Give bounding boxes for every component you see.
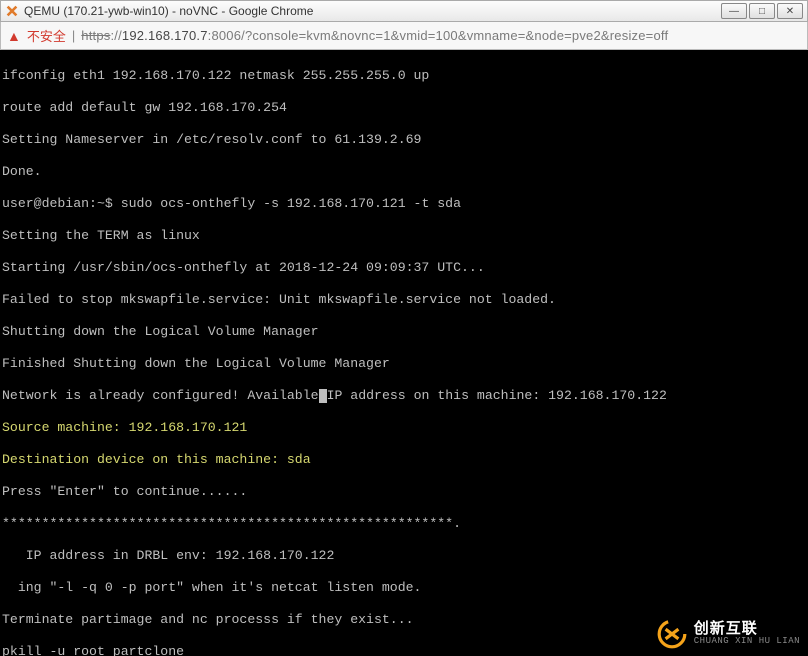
address-bar[interactable]: ▲ 不安全 | https://192.168.170.7:8006/?cons… xyxy=(0,22,808,50)
maximize-button[interactable]: □ xyxy=(749,3,775,19)
shell-command: sudo ocs-onthefly -s 192.168.170.121 -t … xyxy=(121,196,461,211)
url-text: https://192.168.170.7:8006/?console=kvm&… xyxy=(81,28,668,43)
window-titlebar: QEMU (170.21-ywb-win10) - noVNC - Google… xyxy=(0,0,808,22)
term-line: Shutting down the Logical Volume Manager xyxy=(2,324,806,340)
term-line: ifconfig eth1 192.168.170.122 netmask 25… xyxy=(2,68,806,84)
term-line: ****************************************… xyxy=(2,516,806,532)
minimize-button[interactable]: — xyxy=(721,3,747,19)
terminal[interactable]: ifconfig eth1 192.168.170.122 netmask 25… xyxy=(0,50,808,656)
term-line: ing "-l -q 0 -p port" when it's netcat l… xyxy=(2,580,806,596)
cursor xyxy=(319,389,327,403)
window-title: QEMU (170.21-ywb-win10) - noVNC - Google… xyxy=(24,4,721,18)
term-line-highlight: Destination device on this machine: sda xyxy=(2,452,806,468)
close-button[interactable]: ✕ xyxy=(777,3,803,19)
url-scheme: https xyxy=(81,28,110,43)
app-icon xyxy=(5,4,19,18)
term-line: Failed to stop mkswapfile.service: Unit … xyxy=(2,292,806,308)
term-line: IP address in DRBL env: 192.168.170.122 xyxy=(2,548,806,564)
term-line: Finished Shutting down the Logical Volum… xyxy=(2,356,806,372)
term-line: Starting /usr/sbin/ocs-onthefly at 2018-… xyxy=(2,260,806,276)
separator: | xyxy=(72,28,75,43)
term-line: Done. xyxy=(2,164,806,180)
url-host: 192.168.170.7 xyxy=(122,28,208,43)
term-line: Setting Nameserver in /etc/resolv.conf t… xyxy=(2,132,806,148)
insecure-warning-icon: ▲ xyxy=(7,28,21,44)
window-controls: — □ ✕ xyxy=(721,3,803,19)
term-line: Network is already configured! Available… xyxy=(2,388,806,404)
term-line-highlight: Source machine: 192.168.170.121 xyxy=(2,420,806,436)
shell-prompt: user@debian:~$ xyxy=(2,196,121,211)
term-line: pkill -u root partclone xyxy=(2,644,806,656)
insecure-warning-text: 不安全 xyxy=(27,26,66,45)
term-line: Setting the TERM as linux xyxy=(2,228,806,244)
term-line: Press "Enter" to continue...... xyxy=(2,484,806,500)
term-line: user@debian:~$ sudo ocs-onthefly -s 192.… xyxy=(2,196,806,212)
url-path: :8006/?console=kvm&novnc=1&vmid=100&vmna… xyxy=(208,28,669,43)
term-line: route add default gw 192.168.170.254 xyxy=(2,100,806,116)
term-line: Terminate partimage and nc processs if t… xyxy=(2,612,806,628)
